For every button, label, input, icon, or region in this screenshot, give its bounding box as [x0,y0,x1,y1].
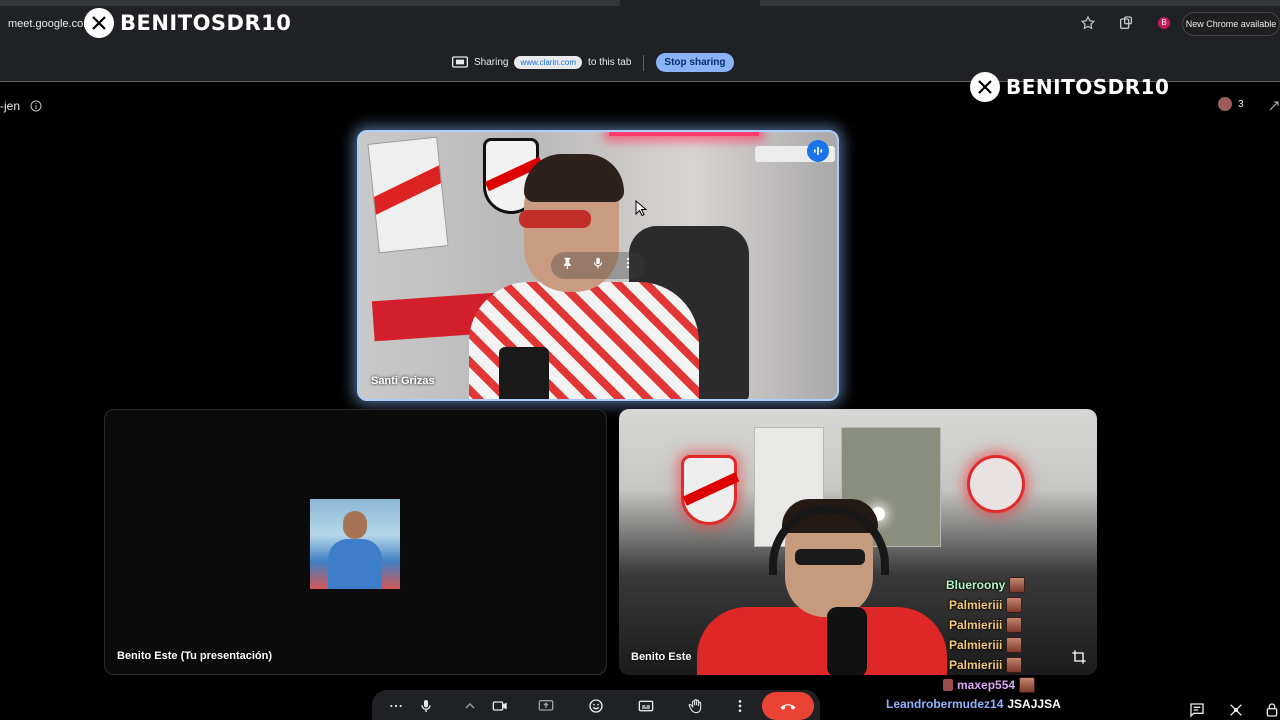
chat-emote-icon [1019,677,1036,693]
info-icon[interactable] [30,100,42,112]
chat-username: maxep554 [957,678,1016,692]
speaking-indicator-icon [807,140,829,162]
presentation-tile[interactable]: Benito Este (Tu presentación) [104,409,607,675]
sharing-label: Sharing [474,57,509,68]
speaker-hair [524,154,624,202]
participant-avatar [1218,97,1232,111]
chat-message: Leandrobermudez14 JSAJJSA [886,697,1061,711]
neon-light [609,132,759,136]
main-speaker-tile[interactable]: Santi Grizas [357,130,839,401]
x-logo-icon [970,72,1000,102]
chat-message: Palmieriii [949,657,1023,673]
to-tab-label: to this tab [588,57,632,68]
shared-site-chip: www.clarin.com [514,56,583,69]
chat-emote-icon [1006,597,1023,613]
chat-emote-icon [1009,577,1026,593]
camera-icon[interactable] [492,698,508,714]
chat-icon[interactable] [1189,702,1205,718]
poster-image [367,136,449,254]
self-view-tile[interactable]: Benito Este [619,409,1097,675]
participant-count: 3 [1238,98,1244,110]
watermark-top: BENITOSDR10 [84,8,291,38]
emoji-icon[interactable] [588,698,604,714]
chat-message: maxep554 [943,677,1036,693]
chat-username: Palmieriii [949,598,1003,612]
stop-sharing-button[interactable]: Stop sharing [656,53,734,72]
end-call-button[interactable] [762,692,814,720]
chat-message: Palmieriii [949,637,1023,653]
chat-message: Palmieriii [949,597,1023,613]
raise-hand-icon[interactable] [688,698,704,714]
participant-avatar-image [310,499,400,589]
participants-button[interactable]: 3 [1218,97,1244,111]
participant-name: Benito Este [631,651,692,663]
microphone [827,607,867,675]
mic-icon[interactable] [418,698,434,714]
end-call-icon [780,704,796,710]
more-vert-icon[interactable] [621,256,635,275]
puzzle-icon[interactable] [1118,15,1134,31]
speaker-glasses [519,210,591,228]
chat-username: Palmieriii [949,618,1003,632]
divider [643,54,645,71]
activities-icon[interactable] [1228,702,1244,718]
tab-strip [0,0,620,6]
chat-username: Leandrobermudez14 [886,697,1004,711]
bookmark-star-icon[interactable] [1080,15,1096,31]
neon-round-sign [967,455,1025,513]
present-screen-icon [452,55,468,70]
address-bar-url[interactable]: meet.google.com [8,18,92,30]
crop-icon[interactable] [1071,649,1087,665]
more-options-icon[interactable] [388,698,404,714]
chat-message: Blueroony [946,577,1026,593]
chrome-update-button[interactable]: New Chrome available [1182,12,1280,36]
chat-username: Palmieriii [949,638,1003,652]
meeting-code[interactable]: -jen [0,99,42,113]
x-logo-icon [84,8,114,38]
sunglasses [795,549,865,565]
chat-message: Palmieriii [949,617,1023,633]
expand-icon[interactable] [1268,99,1280,111]
chat-emote-icon [1006,617,1023,633]
participant-name: Benito Este (Tu presentación) [117,650,273,662]
watermark-handle: BENITOSDR10 [120,11,292,35]
microphone [499,347,549,399]
chat-text: JSAJJSA [1007,697,1061,711]
tile-hover-controls [551,252,645,279]
watermark-right: BENITOSDR10 [970,72,1169,102]
profile-avatar[interactable]: B [1158,17,1170,29]
chevron-up-icon[interactable] [462,698,478,714]
neon-crest-sign [681,455,740,525]
chat-emote-icon [1006,637,1023,653]
call-controls-bar [372,690,820,720]
chat-username: Palmieriii [949,658,1003,672]
tab-strip-right [760,0,1280,6]
chat-badge-icon [943,679,953,691]
lock-icon[interactable] [1264,702,1280,718]
mouse-cursor-icon [635,199,648,217]
meeting-code-text: -jen [0,99,21,113]
present-screen-icon[interactable] [538,698,554,714]
chat-username: Blueroony [946,578,1006,592]
watermark-handle: BENITOSDR10 [1006,75,1170,99]
pin-icon[interactable] [561,256,575,275]
jacket [697,607,947,675]
more-vert-icon[interactable] [732,698,748,714]
chat-emote-icon [1006,657,1023,673]
captions-icon[interactable] [638,698,654,714]
mic-icon[interactable] [591,256,605,275]
participant-name: Santi Grizas [371,375,435,387]
